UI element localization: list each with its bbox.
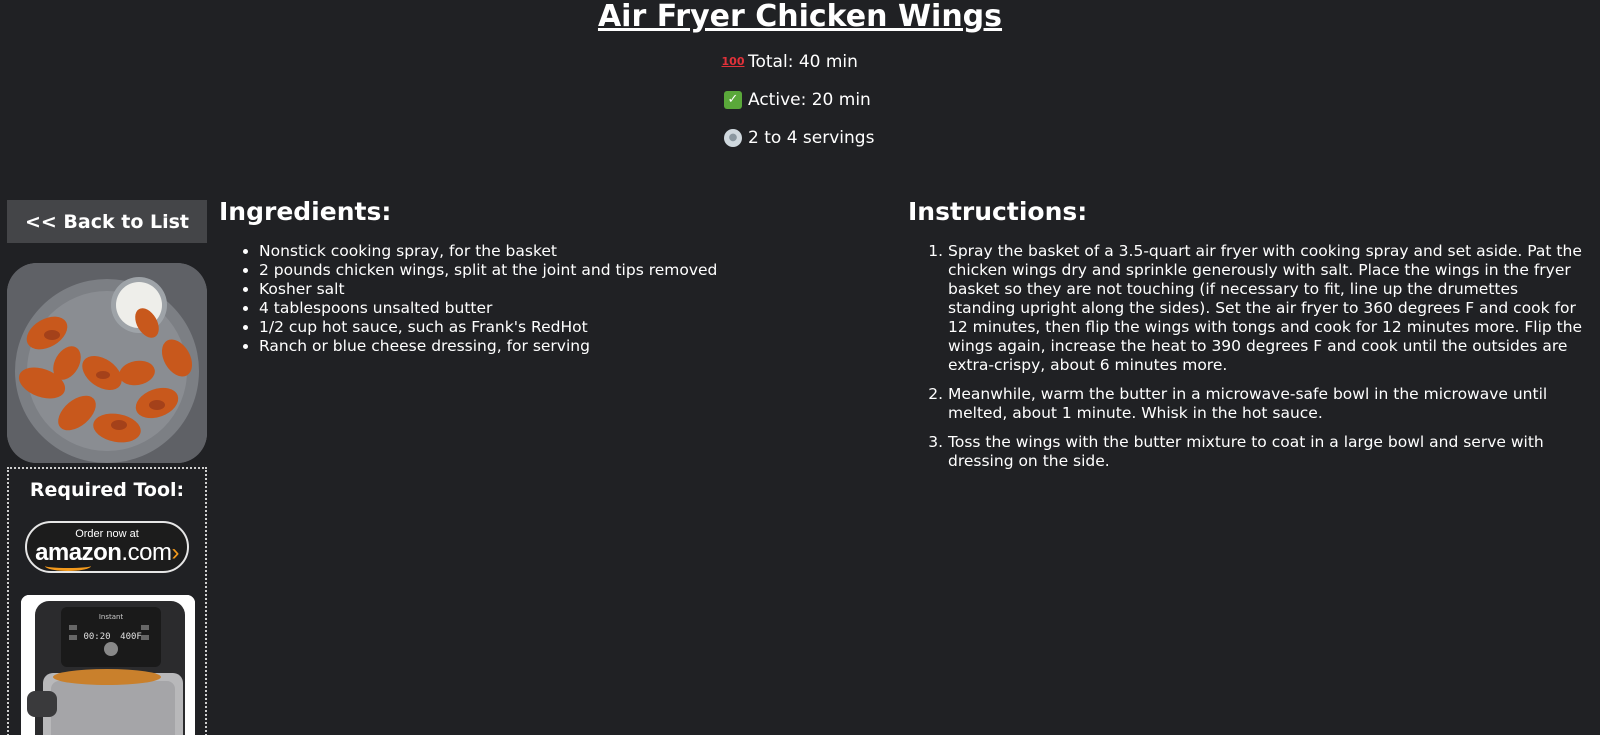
ingredient-item: Nonstick cooking spray, for the basket — [259, 242, 879, 261]
ingredients-heading: Ingredients: — [219, 197, 392, 226]
svg-text:00:20: 00:20 — [83, 632, 110, 642]
ingredients-list: Nonstick cooking spray, for the basket 2… — [219, 242, 879, 356]
ingredient-item: 1/2 cup hot sauce, such as Frank's RedHo… — [259, 318, 879, 337]
servings-label: 2 to 4 servings — [748, 128, 875, 148]
svg-text:400F: 400F — [120, 632, 142, 642]
instructions-list: Spray the basket of a 3.5-quart air frye… — [908, 242, 1588, 471]
amazon-order-text: Order now at — [75, 528, 139, 540]
required-tool-heading: Required Tool: — [29, 479, 185, 501]
hundred-points-icon: 100 — [721, 55, 745, 68]
sidebar: << Back to List Required Tool: Order now… — [7, 200, 207, 735]
ingredient-item: Kosher salt — [259, 280, 879, 299]
instruction-step: Meanwhile, warm the butter in a microwav… — [948, 385, 1588, 423]
total-time-label: Total: 40 min — [748, 52, 858, 72]
instructions-section: Instructions: Spray the basket of a 3.5-… — [908, 196, 1588, 481]
recipe-photo — [7, 263, 207, 463]
check-mark-icon: ✓ — [724, 91, 742, 109]
ingredient-item: 2 pounds chicken wings, split at the joi… — [259, 261, 879, 280]
required-tool-box: Required Tool: Order now at amazon.com› … — [7, 467, 207, 735]
recipe-title: Air Fryer Chicken Wings — [597, 0, 1003, 34]
plate-icon: ● — [724, 129, 742, 147]
instruction-step: Spray the basket of a 3.5-quart air frye… — [948, 242, 1588, 375]
ingredients-section: Ingredients: Nonstick cooking spray, for… — [219, 196, 879, 356]
active-time-label: Active: 20 min — [748, 90, 871, 110]
total-time: 100 Total: 40 min — [721, 52, 858, 72]
recipe-page: Air Fryer Chicken Wings 100 Total: 40 mi… — [0, 0, 1600, 735]
servings: ● 2 to 4 servings — [724, 128, 874, 148]
back-to-list-button[interactable]: << Back to List — [7, 200, 207, 243]
amazon-logo-domain: .com — [121, 539, 172, 566]
instructions-heading: Instructions: — [908, 197, 1088, 226]
ingredient-item: 4 tablespoons unsalted butter — [259, 299, 879, 318]
amazon-smile-icon — [45, 561, 91, 571]
active-time: ✓ Active: 20 min — [724, 90, 871, 110]
chicken-wings-image — [7, 263, 207, 463]
instruction-step: Toss the wings with the butter mixture t… — [948, 433, 1588, 471]
ingredient-item: Ranch or blue cheese dressing, for servi… — [259, 337, 879, 356]
amazon-order-button[interactable]: Order now at amazon.com› — [25, 521, 189, 573]
svg-text:Instant: Instant — [99, 613, 124, 621]
air-fryer-icon: Instant 00:20 400F — [21, 595, 195, 735]
air-fryer-product-image[interactable]: Instant 00:20 400F — [21, 595, 195, 735]
recipe-header: Air Fryer Chicken Wings — [0, 0, 1600, 34]
amazon-arrow-icon: › — [171, 539, 179, 566]
